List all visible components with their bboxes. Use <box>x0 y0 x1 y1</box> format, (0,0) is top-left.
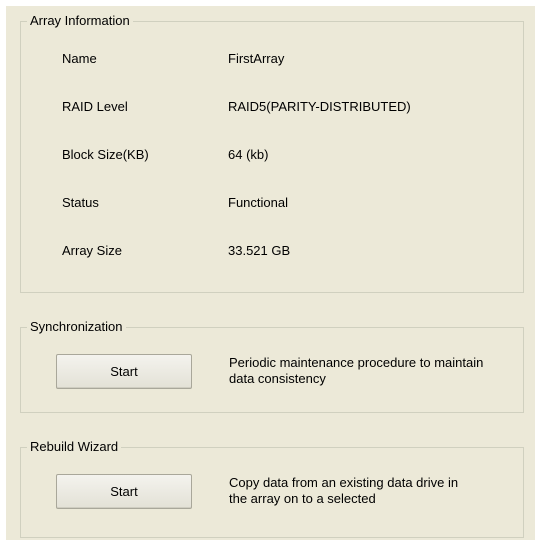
rebuild-wizard-description: Copy data from an existing data drive in… <box>229 475 459 506</box>
synchronization-start-button[interactable]: Start <box>56 354 192 389</box>
array-properties-panel: Array Information Name FirstArray RAID L… <box>6 6 535 540</box>
raid-level-value: RAID5(PARITY-DISTRIBUTED) <box>228 99 411 114</box>
status-label: Status <box>62 195 99 210</box>
block-size-value: 64 (kb) <box>228 147 269 162</box>
block-size-label: Block Size(KB) <box>62 147 149 162</box>
array-size-label: Array Size <box>62 243 122 258</box>
status-value: Functional <box>228 195 288 210</box>
raid-level-label: RAID Level <box>62 99 128 114</box>
rebuild-wizard-start-button[interactable]: Start <box>56 474 192 509</box>
synchronization-title: Synchronization <box>30 319 123 334</box>
name-label: Name <box>62 51 97 66</box>
synchronization-description: Periodic maintenance procedure to mainta… <box>229 355 484 386</box>
array-information-title: Array Information <box>30 13 130 28</box>
name-value: FirstArray <box>228 51 285 66</box>
rebuild-wizard-title: Rebuild Wizard <box>30 439 119 454</box>
array-size-value: 33.521 GB <box>228 243 291 258</box>
